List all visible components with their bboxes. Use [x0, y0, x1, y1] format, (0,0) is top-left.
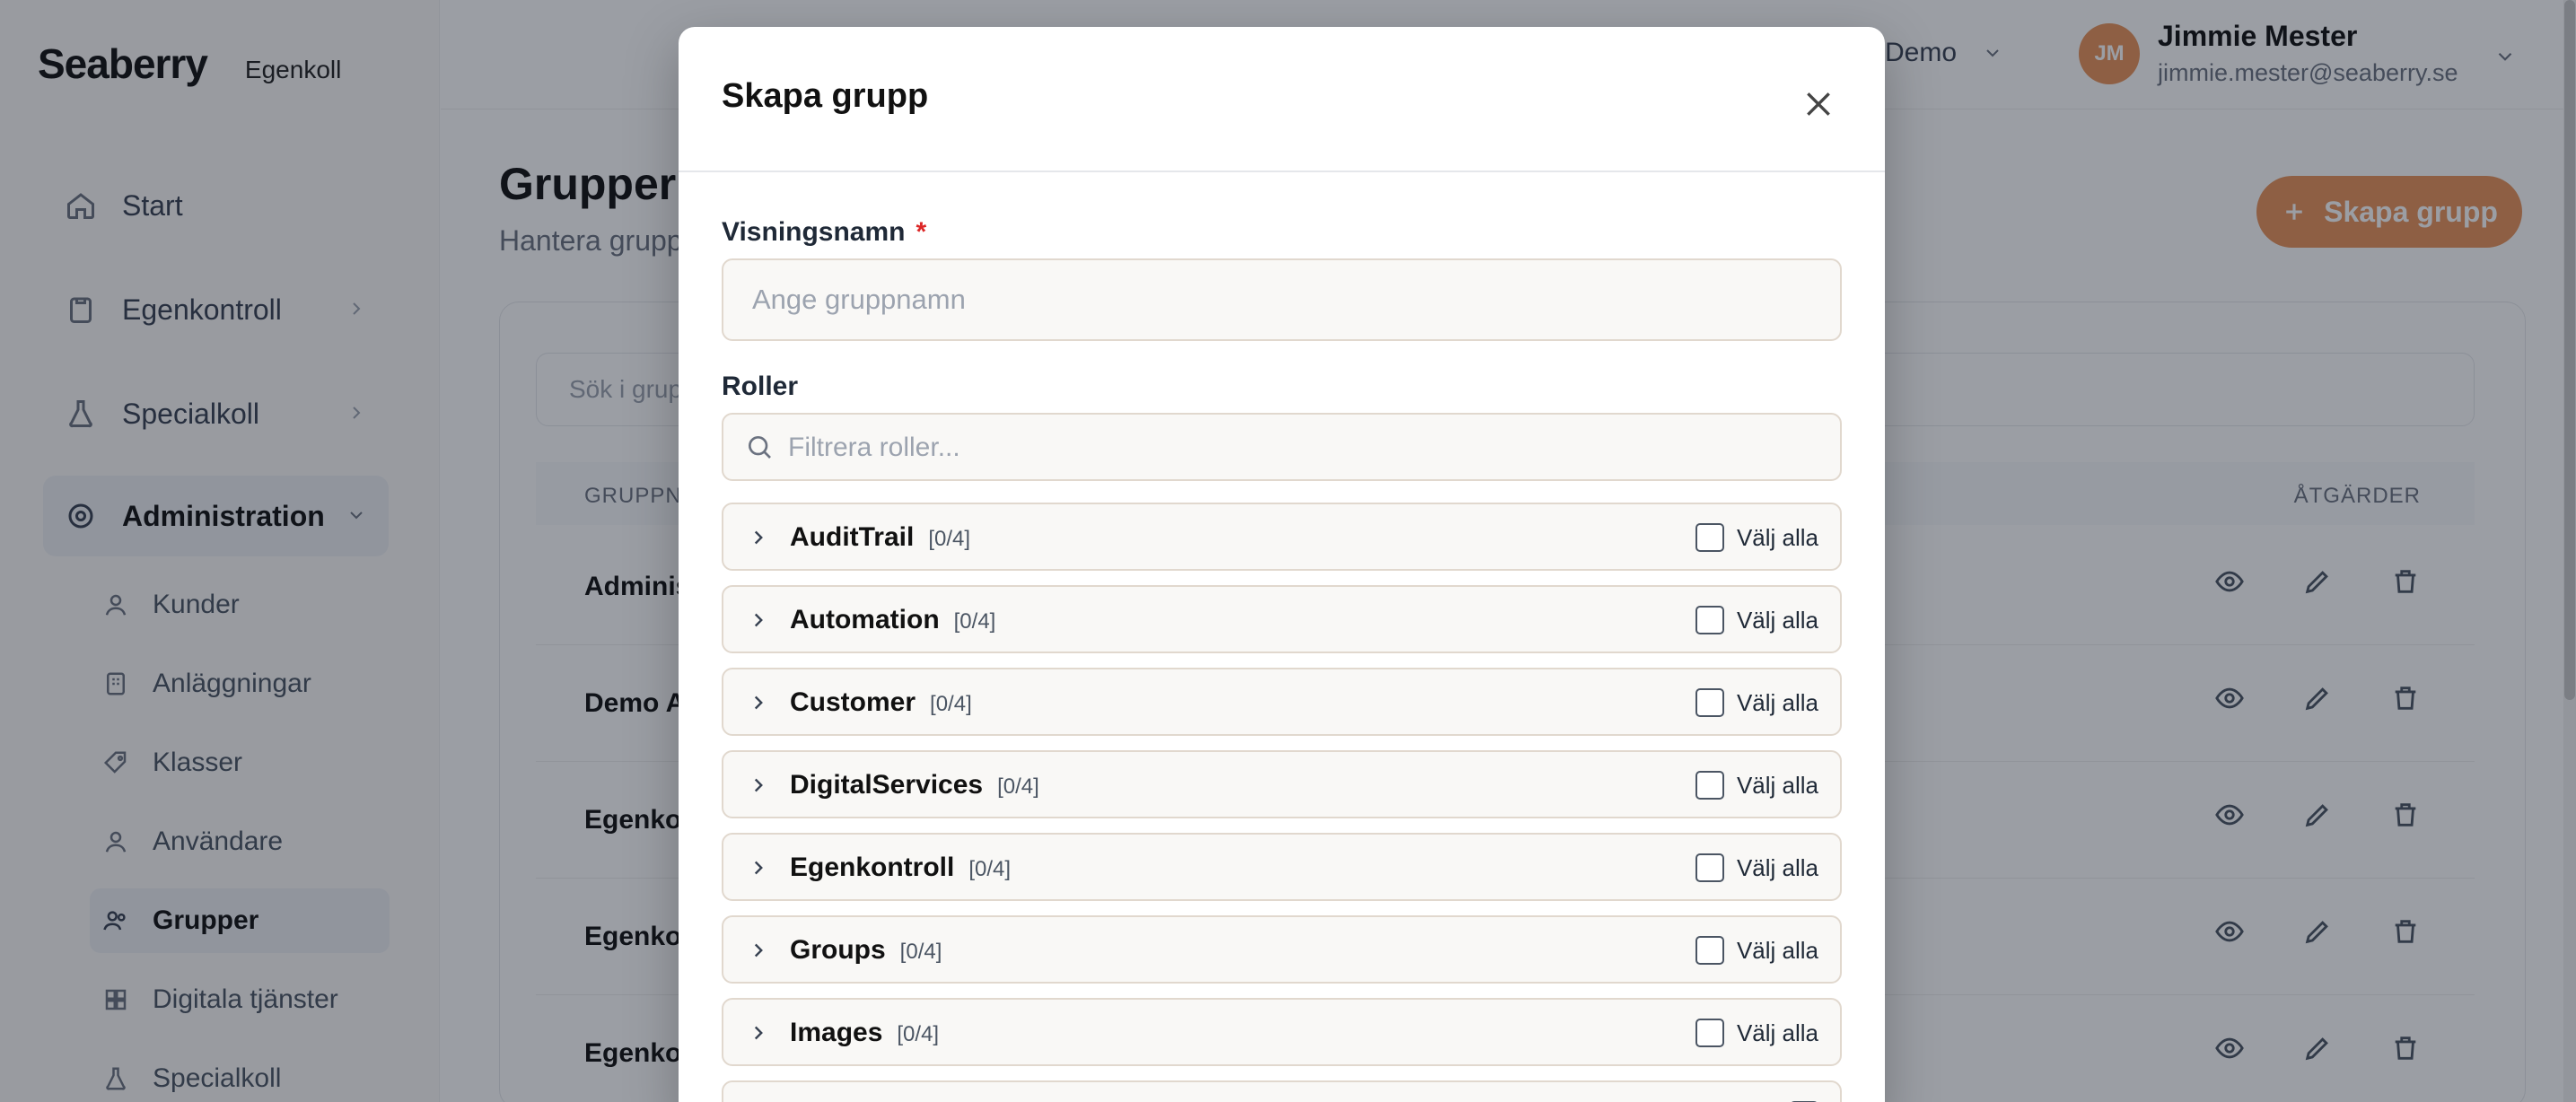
role-group-count: [0/4] — [899, 940, 942, 964]
chevron-right-icon[interactable] — [747, 526, 770, 549]
chevron-right-icon[interactable] — [747, 608, 770, 632]
role-group-title: Images — [790, 1018, 883, 1047]
role-group-name: AuditTrail [0/4] — [790, 522, 970, 553]
role-group-count: [0/4] — [930, 692, 972, 716]
select-all-label: Välj alla — [1736, 606, 1818, 634]
role-group-title: Groups — [790, 935, 886, 965]
role-group-name: DigitalServices [0/4] — [790, 770, 1039, 800]
display-name-label: Visningsnamn * — [722, 217, 926, 248]
select-all-label: Välj alla — [1736, 1019, 1818, 1046]
create-group-dialog: Skapa grupp Visningsnamn * Roller AuditTr… — [679, 27, 1885, 1102]
required-marker: * — [916, 217, 927, 247]
role-group-count: [0/4] — [897, 1022, 940, 1046]
search-icon — [749, 436, 771, 459]
select-all-checkbox[interactable] — [1695, 606, 1724, 634]
chevron-right-icon[interactable] — [747, 691, 770, 714]
role-group-audittrail[interactable]: AuditTrail [0/4] Välj alla — [722, 503, 1842, 571]
role-group-count: [0/4] — [968, 857, 1012, 881]
select-all-toggle[interactable]: Välj alla — [1695, 936, 1818, 965]
select-all-checkbox[interactable] — [1695, 771, 1724, 800]
role-group-egenkontroll[interactable]: Egenkontroll [0/4] Välj alla — [722, 833, 1842, 901]
role-group-partial[interactable] — [722, 1080, 1842, 1102]
select-all-toggle[interactable]: Välj alla — [1695, 688, 1818, 717]
roles-filter[interactable] — [722, 413, 1842, 481]
select-all-toggle[interactable]: Välj alla — [1695, 771, 1818, 800]
role-group-automation[interactable]: Automation [0/4] Välj alla — [722, 585, 1842, 653]
role-group-count: [0/4] — [953, 609, 996, 634]
select-all-label: Välj alla — [1736, 853, 1818, 881]
select-all-toggle[interactable]: Välj alla — [1695, 523, 1818, 552]
role-group-images[interactable]: Images [0/4] Välj alla — [722, 998, 1842, 1066]
role-group-title: Customer — [790, 687, 916, 717]
select-all-checkbox[interactable] — [1695, 688, 1724, 717]
role-group-title: Egenkontroll — [790, 853, 955, 882]
role-group-count: [0/4] — [997, 774, 1039, 799]
select-all-label: Välj alla — [1736, 523, 1818, 551]
chevron-right-icon[interactable] — [747, 856, 770, 879]
role-group-customer[interactable]: Customer [0/4] Välj alla — [722, 668, 1842, 736]
role-group-groups[interactable]: Groups [0/4] Välj alla — [722, 915, 1842, 984]
select-all-toggle[interactable]: Välj alla — [1695, 1019, 1818, 1047]
select-all-checkbox[interactable] — [1695, 853, 1724, 882]
dialog-title: Skapa grupp — [722, 77, 929, 115]
role-group-digitalservices[interactable]: DigitalServices [0/4] Välj alla — [722, 750, 1842, 818]
role-group-name: Customer [0/4] — [790, 687, 972, 718]
select-all-checkbox[interactable] — [1695, 523, 1724, 552]
role-group-title: Automation — [790, 605, 940, 634]
role-group-name: Groups [0/4] — [790, 935, 942, 966]
select-all-toggle[interactable]: Välj alla — [1695, 606, 1818, 634]
dialog-header: Skapa grupp — [679, 27, 1885, 172]
select-all-label: Välj alla — [1736, 688, 1818, 716]
role-group-name: Images [0/4] — [790, 1018, 939, 1048]
role-group-count: [0/4] — [928, 527, 971, 551]
chevron-right-icon[interactable] — [747, 774, 770, 797]
roles-filter-input[interactable] — [788, 424, 1820, 472]
close-button[interactable] — [1792, 77, 1845, 131]
role-group-name: Egenkontroll [0/4] — [790, 853, 1011, 883]
select-all-checkbox[interactable] — [1695, 936, 1724, 965]
role-group-title: DigitalServices — [790, 770, 984, 800]
role-group-name: Automation [0/4] — [790, 605, 995, 635]
roles-label: Roller — [722, 372, 799, 401]
select-all-label: Välj alla — [1736, 936, 1818, 964]
close-icon — [1807, 92, 1830, 116]
select-all-label: Välj alla — [1736, 771, 1818, 799]
display-name-label-text: Visningsnamn — [722, 217, 906, 247]
role-group-title: AuditTrail — [790, 522, 915, 552]
select-all-toggle[interactable]: Välj alla — [1695, 853, 1818, 882]
chevron-right-icon[interactable] — [747, 939, 770, 962]
display-name-input[interactable] — [722, 258, 1842, 341]
select-all-checkbox[interactable] — [1695, 1019, 1724, 1047]
chevron-right-icon[interactable] — [747, 1021, 770, 1045]
